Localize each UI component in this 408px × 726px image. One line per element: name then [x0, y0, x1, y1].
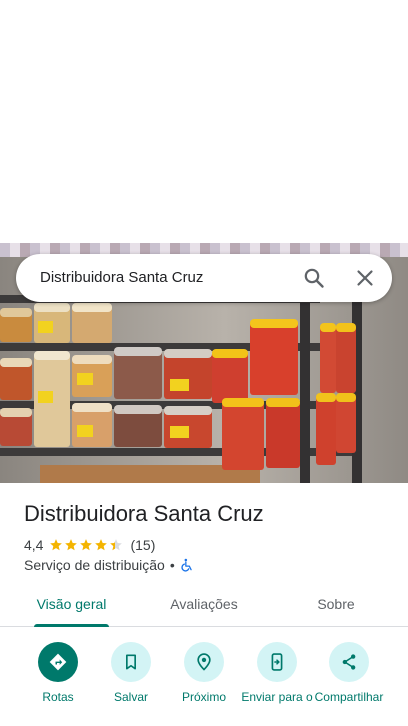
nearby-label: Próximo — [181, 690, 226, 704]
rating-value: 4,4 — [24, 537, 44, 553]
rating-row[interactable]: 4,4 (15) — [24, 536, 155, 554]
star-icon — [50, 539, 63, 551]
category-label: Serviço de distribuição — [24, 557, 165, 573]
directions-icon[interactable] — [38, 642, 78, 682]
tab-avaliacoes[interactable]: Avaliações — [158, 587, 250, 627]
send-to-phone-label: Enviar para o — [241, 690, 313, 704]
action-row: Rotas Salvar Próximo Enviar para o Compa… — [0, 640, 408, 726]
star-icon — [80, 539, 93, 551]
place-title: Distribuidora Santa Cruz — [24, 501, 264, 526]
search-icon[interactable] — [302, 266, 326, 290]
nearby-icon[interactable] — [184, 642, 224, 682]
tab-sobre[interactable]: Sobre — [305, 587, 367, 627]
review-count[interactable]: (15) — [130, 537, 155, 553]
save-label: Salvar — [113, 690, 148, 704]
search-bar[interactable]: Distribuidora Santa Cruz — [16, 254, 392, 302]
tab-visao-geral[interactable]: Visão geral — [28, 587, 115, 627]
search-input[interactable]: Distribuidora Santa Cruz — [40, 269, 203, 286]
directions-label: Rotas — [42, 690, 74, 704]
star-icon — [65, 539, 78, 551]
star-icon — [110, 539, 123, 551]
active-tab-indicator — [34, 624, 109, 627]
wheelchair-accessible-icon — [180, 558, 194, 572]
share-label: Compartilhar — [314, 690, 384, 704]
close-icon[interactable] — [353, 266, 377, 290]
send-to-phone-icon[interactable] — [257, 642, 297, 682]
share-icon[interactable] — [329, 642, 369, 682]
rating-stars — [49, 538, 124, 552]
category-row: Serviço de distribuição • — [24, 556, 194, 574]
bookmark-icon[interactable] — [111, 642, 151, 682]
separator-dot: • — [169, 557, 175, 573]
tab-bar: Visão geral Avaliações Sobre — [0, 587, 408, 627]
star-icon — [95, 539, 108, 551]
map-area — [0, 0, 408, 243]
